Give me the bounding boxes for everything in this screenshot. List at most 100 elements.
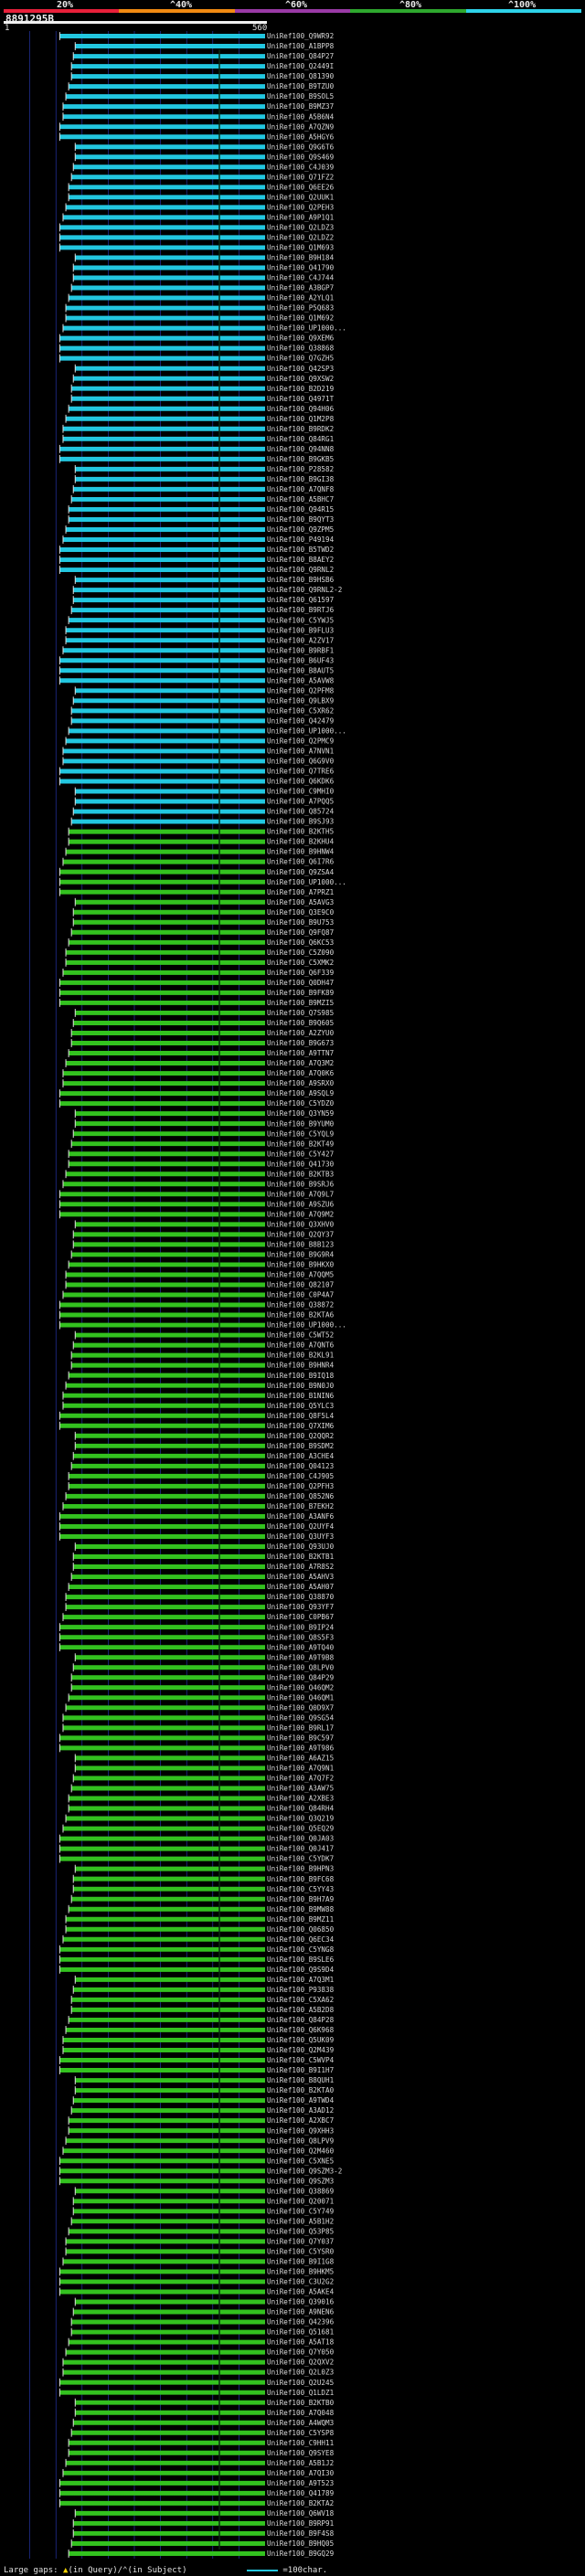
hit-label[interactable]: UniRef100_B7EKH2 xyxy=(267,1502,334,1511)
hit-label[interactable]: UniRef100_P93838 xyxy=(267,1986,335,1994)
hit-label[interactable]: UniRef100_Q2QQR2 xyxy=(267,1432,334,1440)
hit-label[interactable]: UniRef100_B2KTA2 xyxy=(267,2499,334,2507)
hit-label[interactable]: UniRef100_B9G9R4 xyxy=(267,1251,335,1259)
hit-label[interactable]: UniRef100_Q41790 xyxy=(267,264,335,272)
hit-row[interactable]: UniRef100_C3U2G2 xyxy=(58,2277,334,2286)
hit-label[interactable]: UniRef100_Q9XEM6 xyxy=(267,334,335,343)
hit-label[interactable]: UniRef100_Q6K968 xyxy=(267,2026,335,2034)
hit-row[interactable]: UniRef100_C5XMK2 xyxy=(65,958,334,967)
hit-label[interactable]: UniRef100_Q81390 xyxy=(267,72,335,80)
hit-label[interactable]: UniRef100_A7Q9N1 xyxy=(267,1765,335,1773)
hit-label[interactable]: UniRef100_Q38872 xyxy=(267,1301,334,1309)
hit-label[interactable]: UniRef100_B9SLE6 xyxy=(267,1956,335,1964)
hit-label[interactable]: UniRef100_B5TWD2 xyxy=(267,546,334,554)
hit-label[interactable]: UniRef100_B9Q605 xyxy=(267,1019,334,1027)
hit-label[interactable]: UniRef100_C0PB67 xyxy=(267,1613,334,1621)
hit-label[interactable]: UniRef100_A3CHE4 xyxy=(267,1452,335,1460)
hit-row[interactable]: UniRef100_B9RL17 xyxy=(62,1723,334,1732)
hit-row[interactable]: UniRef100_Q3XHV0 xyxy=(74,1220,335,1228)
hit-row[interactable]: UniRef100_Q2LDZ2 xyxy=(58,233,334,242)
hit-label[interactable]: UniRef100_A5B6N4 xyxy=(267,112,335,121)
hit-label[interactable]: UniRef100_Q84P29 xyxy=(267,1673,335,1681)
hit-label[interactable]: UniRef100_C9MHI0 xyxy=(267,788,335,796)
hit-row[interactable]: UniRef100_C5YDZ0 xyxy=(58,1099,335,1108)
hit-label[interactable]: UniRef100_Q20071 xyxy=(267,2197,335,2205)
hit-row[interactable]: UniRef100_Q2QXV2 xyxy=(62,2358,334,2367)
hit-label[interactable]: UniRef100_Q2L0Z3 xyxy=(267,2369,334,2377)
hit-label[interactable]: UniRef100_A9T9B8 xyxy=(267,1653,335,1661)
hit-row[interactable]: UniRef100_Q71FZ2 xyxy=(70,173,334,181)
hit-row[interactable]: UniRef100_Q9G6T6 xyxy=(74,143,335,151)
hit-row[interactable]: UniRef100_A9T9B8 xyxy=(74,1653,335,1661)
hit-label[interactable]: UniRef100_A5BHC7 xyxy=(267,495,334,504)
hit-label[interactable]: UniRef100_B9RBF1 xyxy=(267,646,335,654)
hit-row[interactable]: UniRef100_B2KTA2 xyxy=(58,2498,334,2507)
hit-label[interactable]: UniRef100_B9YUM0 xyxy=(267,1119,335,1128)
hit-row[interactable]: UniRef100_Q6I7R6 xyxy=(62,857,335,866)
hit-label[interactable]: UniRef100_A5B1H2 xyxy=(267,2217,334,2225)
hit-row[interactable]: UniRef100_Q04123 xyxy=(70,1461,334,1470)
hit-label[interactable]: UniRef100_C5YQL9 xyxy=(267,1129,335,1138)
hit-label[interactable]: UniRef100_B2KTB3 xyxy=(267,1170,334,1178)
hit-label[interactable]: UniRef100_B9U753 xyxy=(267,918,334,927)
hit-row[interactable]: UniRef100_Q38869 xyxy=(74,2187,335,2195)
hit-label[interactable]: UniRef100_B2KTB0 xyxy=(267,2399,335,2407)
hit-label[interactable]: UniRef100_B9HSB6 xyxy=(267,576,335,584)
hit-label[interactable]: UniRef100_Q46QM1 xyxy=(267,1693,335,1701)
hit-row[interactable]: UniRef100_Q85724 xyxy=(72,807,335,816)
hit-row[interactable]: UniRef100_B9GKB5 xyxy=(58,454,334,463)
hit-row[interactable]: UniRef100_Q42479 xyxy=(70,716,335,725)
hit-row[interactable]: UniRef100_A9TWD4 xyxy=(72,2096,335,2104)
hit-row[interactable]: UniRef100_B9G673 xyxy=(70,1039,334,1047)
hit-label[interactable]: UniRef100_Q7Y050 xyxy=(267,2348,335,2357)
hit-row[interactable]: UniRef100_B2D219 xyxy=(70,384,335,393)
hit-row[interactable]: UniRef100_B9HNW4 xyxy=(65,847,335,856)
hit-label[interactable]: UniRef100_Q1M2P8 xyxy=(267,415,335,423)
hit-row[interactable]: UniRef100_Q93YF7 xyxy=(65,1603,334,1611)
hit-label[interactable]: UniRef100_B2KTA0 xyxy=(267,2086,335,2094)
hit-row[interactable]: UniRef100_Q852N6 xyxy=(65,1491,335,1500)
hit-label[interactable]: UniRef100_Q9LBX9 xyxy=(267,696,335,705)
hit-label[interactable]: UniRef100_C5WT52 xyxy=(267,1331,334,1340)
hit-label[interactable]: UniRef100_A9P1Q1 xyxy=(267,213,335,221)
hit-row[interactable]: UniRef100_Q7Y050 xyxy=(65,2348,335,2357)
hit-row[interactable]: UniRef100_Q2L0Z3 xyxy=(62,2368,334,2377)
hit-label[interactable]: UniRef100_B9GI38 xyxy=(267,475,335,483)
hit-label[interactable]: UniRef100_C5XA62 xyxy=(267,1996,334,2004)
hit-row[interactable]: UniRef100_Q41790 xyxy=(72,263,335,272)
hit-row[interactable]: UniRef100_A7QZN9 xyxy=(58,122,335,131)
hit-label[interactable]: UniRef100_Q0J417 xyxy=(267,1845,334,1853)
hit-row[interactable]: UniRef100_C9MHI0 xyxy=(74,787,335,796)
hit-row[interactable]: UniRef100_A3ANF6 xyxy=(58,1512,335,1521)
hit-row[interactable]: UniRef100_Q42SP3 xyxy=(74,364,334,373)
hit-row[interactable]: UniRef100_B9SLE6 xyxy=(58,1955,335,1964)
hit-row[interactable]: UniRef100_B9G9R4 xyxy=(70,1250,335,1259)
hit-label[interactable]: UniRef100_A7PRZ1 xyxy=(267,888,335,896)
hit-row[interactable]: UniRef100_Q2UYF4 xyxy=(58,1522,335,1531)
hit-label[interactable]: UniRef100_Q1LDZ1 xyxy=(267,2389,335,2397)
hit-label[interactable]: UniRef100_Q8F5L4 xyxy=(267,1412,335,1420)
hit-label[interactable]: UniRef100_A7QI30 xyxy=(267,2469,335,2477)
hit-row[interactable]: UniRef100_Q9LBX9 xyxy=(72,696,335,705)
hit-row[interactable]: UniRef100_A7NVN1 xyxy=(62,747,335,756)
hit-label[interactable]: UniRef100_Q2M439 xyxy=(267,2046,335,2054)
hit-label[interactable]: UniRef100_Q0JA03 xyxy=(267,1835,334,1843)
hit-row[interactable]: UniRef100_C5XR62 xyxy=(70,706,334,715)
hit-label[interactable]: UniRef100_Q0DH47 xyxy=(267,979,334,987)
hit-label[interactable]: UniRef100_Q9SG54 xyxy=(267,1713,335,1722)
hit-label[interactable]: UniRef100_Q9ZPM5 xyxy=(267,525,334,534)
hit-label[interactable]: UniRef100_C5YY43 xyxy=(267,1885,334,1893)
hit-row[interactable]: UniRef100_B2KTA0 xyxy=(74,2086,335,2094)
hit-label[interactable]: UniRef100_A7QNT6 xyxy=(267,1341,335,1350)
hit-label[interactable]: UniRef100_A5AVG3 xyxy=(267,898,334,906)
hit-row[interactable]: UniRef100_Q9S9D4 xyxy=(58,1965,335,1974)
hit-label[interactable]: UniRef100_B9FC68 xyxy=(267,1875,335,1883)
hit-label[interactable]: UniRef100_B1NIN6 xyxy=(267,1392,335,1400)
hit-label[interactable]: UniRef100_A4WQM3 xyxy=(267,2419,334,2427)
hit-label[interactable]: UniRef100_Q06850 xyxy=(267,1925,335,1934)
hit-row[interactable]: UniRef100_UP1000... xyxy=(58,877,346,886)
hit-row[interactable]: UniRef100_A5BHC7 xyxy=(70,495,334,504)
hit-row[interactable]: UniRef100_B9SOL5 xyxy=(65,92,334,101)
hit-row[interactable]: UniRef100_C5WVP4 xyxy=(58,2056,335,2064)
hit-row[interactable]: UniRef100_C5Z090 xyxy=(65,948,335,957)
